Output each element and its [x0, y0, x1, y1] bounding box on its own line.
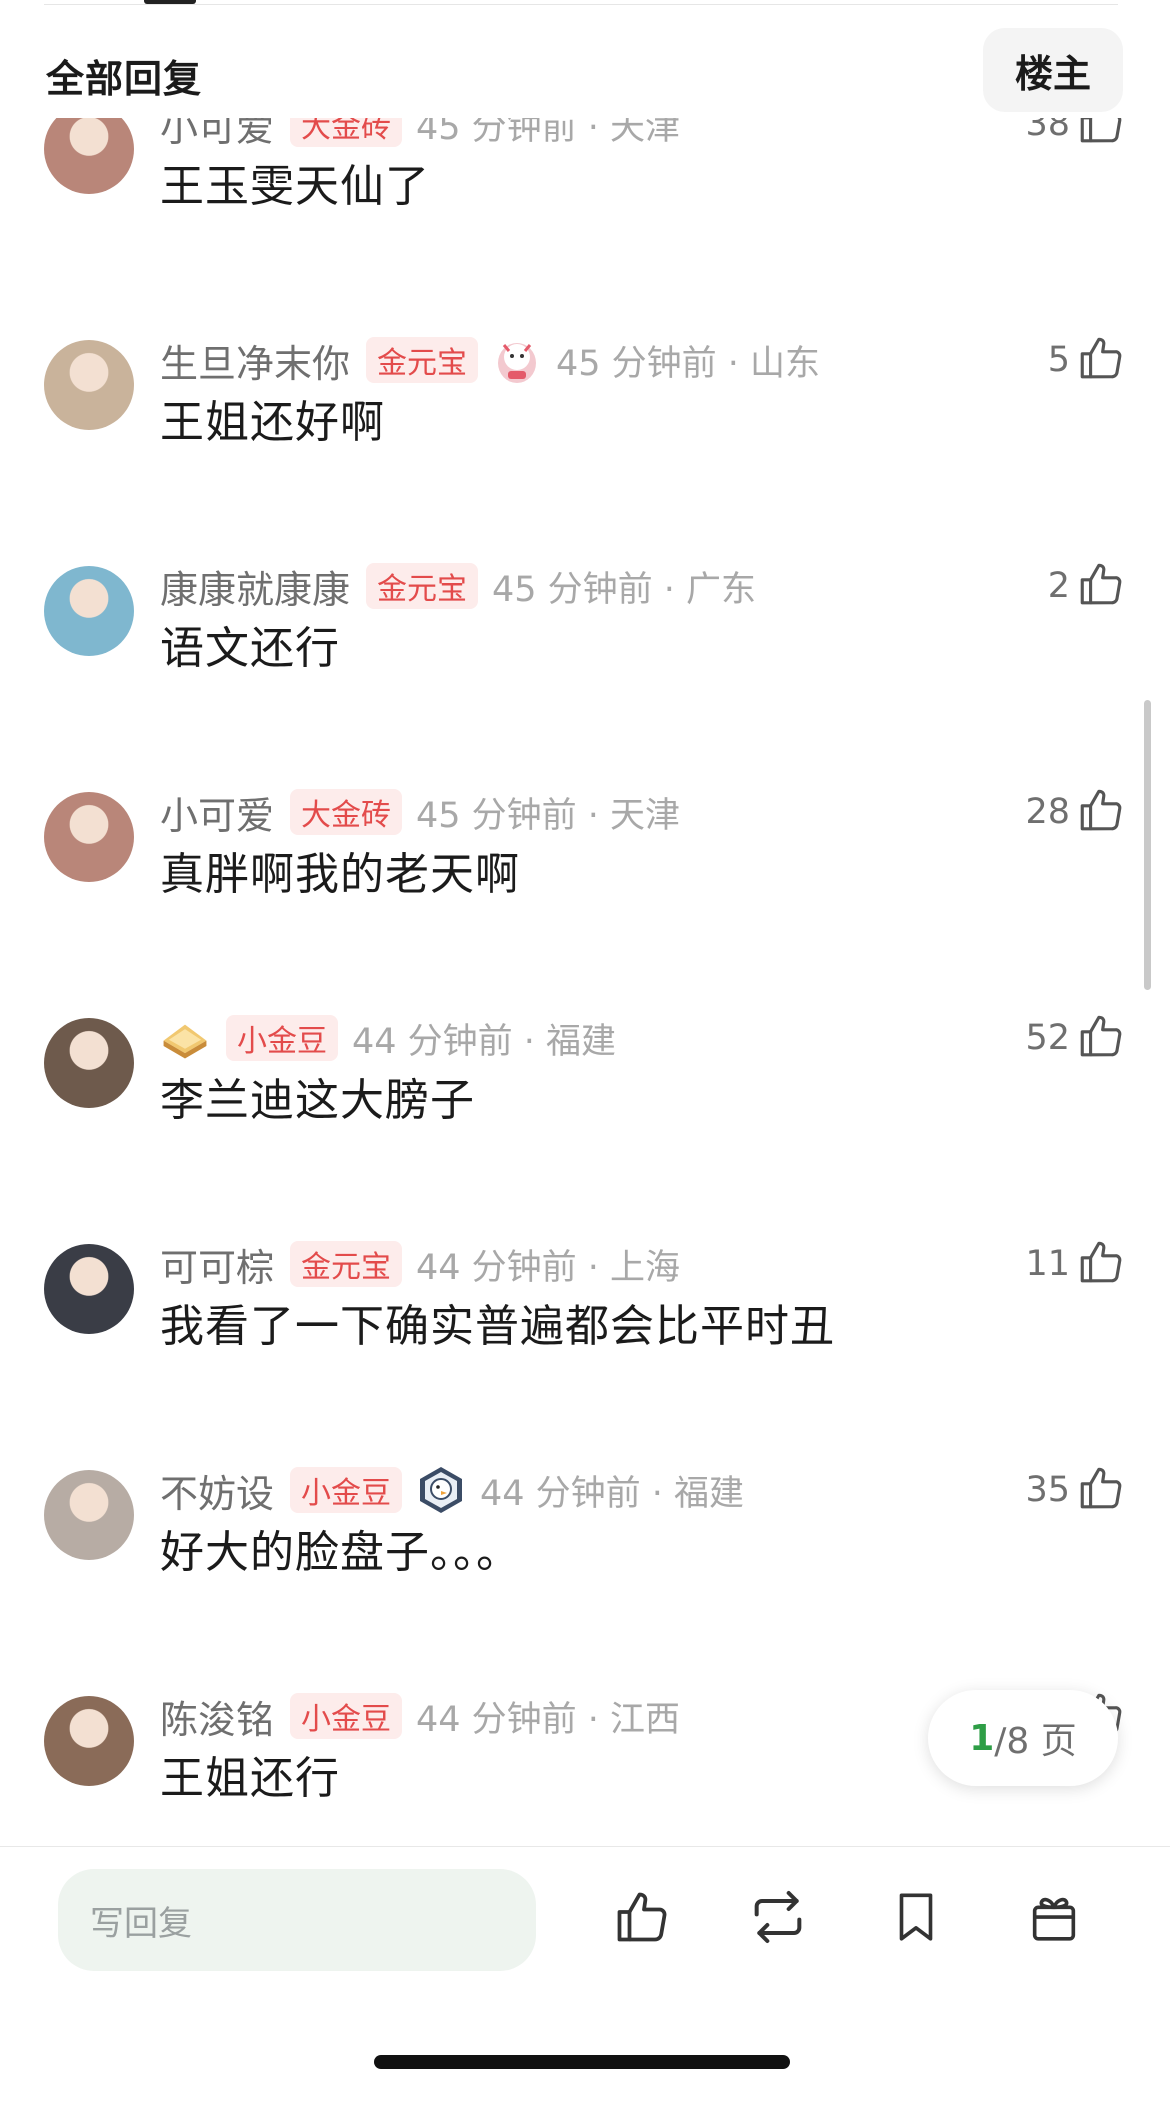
- current-page: 1: [969, 1717, 995, 1759]
- comment-text: 语文还行: [160, 623, 340, 674]
- bookmark-icon: [887, 1888, 945, 1950]
- comment-list[interactable]: 小可爱 大金砖 45 分钟前 · 天津 38 王玉雯天仙了 生旦净末你 金元宝 45 分钟前 …: [0, 118, 1170, 1858]
- user-level-badge: 大金砖: [290, 118, 403, 147]
- avatar[interactable]: [44, 792, 134, 882]
- like-count: 35: [1025, 1470, 1070, 1510]
- avatar[interactable]: [44, 1244, 134, 1334]
- comment-meta: 可可棕 金元宝 44 分钟前 · 上海: [160, 1238, 680, 1290]
- top-divider: [44, 0, 1118, 5]
- like-count: 28: [1025, 792, 1070, 832]
- user-level-badge: 大金砖: [290, 789, 403, 835]
- user-level-badge: 小金豆: [290, 1467, 403, 1513]
- thumbs-up-icon: [1076, 1463, 1126, 1517]
- like-count: 2: [1047, 566, 1070, 606]
- comment-item[interactable]: 生旦净末你 金元宝 45 分钟前 · 山东 5 王姐还好啊: [0, 334, 1170, 554]
- tab-indicator: [144, 0, 196, 4]
- bookmark-button[interactable]: [884, 1887, 948, 1951]
- comment-meta: 小金豆 44 分钟前 · 福建: [160, 1012, 616, 1064]
- like-count: 52: [1025, 1018, 1070, 1058]
- like-count: 38: [1025, 118, 1070, 144]
- comment-text: 好大的脸盘子。。。: [160, 1527, 521, 1578]
- user-level-badge: 小金豆: [290, 1693, 403, 1739]
- thumbs-up-icon: [1076, 1237, 1126, 1291]
- scrollbar[interactable]: [1144, 700, 1151, 990]
- like-count: 11: [1025, 1244, 1070, 1284]
- time-location: 44 分钟前 · 福建: [352, 1021, 617, 1062]
- thumbs-up-icon: [1076, 1011, 1126, 1065]
- comment-item[interactable]: 小可爱 大金砖 45 分钟前 · 天津 28 真胖啊我的老天啊: [0, 786, 1170, 1006]
- sandwich-icon: [160, 1013, 210, 1063]
- avatar[interactable]: [44, 1018, 134, 1108]
- comment-item[interactable]: 康康就康康 金元宝 45 分钟前 · 广东 2 语文还行: [0, 560, 1170, 780]
- time-location: 45 分钟前 · 山东: [556, 343, 821, 384]
- time-location: 45 分钟前 · 天津: [416, 118, 681, 148]
- username[interactable]: 不妨设: [160, 1463, 274, 1518]
- comment-like-button[interactable]: 11: [1025, 1236, 1126, 1292]
- username[interactable]: 可可棕: [160, 1237, 274, 1292]
- total-pages: /8 页: [994, 1721, 1077, 1762]
- page-title: 全部回复: [46, 57, 203, 101]
- repost-icon: [746, 1885, 810, 1953]
- avatar[interactable]: [44, 340, 134, 430]
- comment-meta: 小可爱 大金砖 45 分钟前 · 天津: [160, 118, 680, 150]
- comment-meta: 生旦净末你 金元宝 45 分钟前 · 山东: [160, 334, 820, 386]
- page-indicator[interactable]: 1/8 页: [928, 1690, 1118, 1786]
- gift-button[interactable]: [1022, 1887, 1086, 1951]
- comment-item[interactable]: 小金豆 44 分钟前 · 福建 52 李兰迪这大膀子: [0, 1012, 1170, 1232]
- comment-text: 王姐还好啊: [160, 397, 385, 448]
- comment-item[interactable]: 小可爱 大金砖 45 分钟前 · 天津 38 王玉雯天仙了: [0, 118, 1170, 318]
- reply-input[interactable]: 写回复: [58, 1869, 536, 1971]
- thumbs-up-icon: [1076, 559, 1126, 613]
- time-location: 45 分钟前 · 广东: [492, 569, 757, 610]
- comment-meta: 小可爱 大金砖 45 分钟前 · 天津: [160, 786, 680, 838]
- avatar[interactable]: [44, 1470, 134, 1560]
- thumbs-up-icon: [1076, 333, 1126, 387]
- gift-icon: [1025, 1888, 1083, 1950]
- replies-header: 全部回复 楼主: [0, 22, 1170, 118]
- username[interactable]: 小可爱: [160, 118, 274, 152]
- home-indicator: [374, 2055, 790, 2069]
- user-level-badge: 金元宝: [366, 563, 479, 609]
- bottom-action-bar: 写回复: [0, 1846, 1170, 2113]
- comment-like-button[interactable]: 28: [1025, 784, 1126, 840]
- username[interactable]: 小可爱: [160, 785, 274, 840]
- owner-only-button[interactable]: 楼主: [983, 28, 1123, 112]
- comment-text: 王玉雯天仙了: [160, 161, 430, 212]
- repost-button[interactable]: [746, 1887, 810, 1951]
- comment-meta: 陈浚铭 小金豆 44 分钟前 · 江西: [160, 1690, 680, 1742]
- user-level-badge: 金元宝: [290, 1241, 403, 1287]
- comment-like-button[interactable]: 2: [1048, 558, 1126, 614]
- username[interactable]: 陈浚铭: [160, 1689, 274, 1744]
- time-location: 44 分钟前 · 江西: [416, 1699, 681, 1740]
- duck-medal-icon: [416, 1465, 466, 1515]
- comment-text: 王姐还行: [160, 1753, 340, 1804]
- comment-meta: 不妨设 小金豆 44 分钟前 · 福建: [160, 1464, 744, 1516]
- time-location: 45 分钟前 · 天津: [416, 795, 681, 836]
- like-button[interactable]: [610, 1887, 674, 1951]
- time-location: 44 分钟前 · 福建: [480, 1473, 745, 1514]
- comment-like-button[interactable]: 35: [1025, 1462, 1126, 1518]
- avatar[interactable]: [44, 1696, 134, 1786]
- comment-text: 我看了一下确实普遍都会比平时丑: [160, 1301, 835, 1352]
- comment-text: 真胖啊我的老天啊: [160, 849, 520, 900]
- comment-item[interactable]: 可可棕 金元宝 44 分钟前 · 上海 11 我看了一下确实普遍都会比平时丑: [0, 1238, 1170, 1458]
- username[interactable]: 康康就康康: [160, 559, 350, 614]
- thumbs-up-icon: [1076, 118, 1126, 151]
- thumbs-up-icon: [1076, 785, 1126, 839]
- thumbs-up-icon: [612, 1887, 672, 1951]
- time-location: 44 分钟前 · 上海: [416, 1247, 681, 1288]
- comment-meta: 康康就康康 金元宝 45 分钟前 · 广东: [160, 560, 756, 612]
- avatar[interactable]: [44, 566, 134, 656]
- comment-item[interactable]: 不妨设 小金豆 44 分钟前 · 福建 35 好大的脸盘子。。。: [0, 1464, 1170, 1684]
- comment-like-button[interactable]: 38: [1025, 118, 1126, 152]
- username[interactable]: 生旦净末你: [160, 333, 350, 388]
- comment-text: 李兰迪这大膀子: [160, 1075, 475, 1126]
- comment-like-button[interactable]: 5: [1048, 332, 1126, 388]
- lucky-cat-icon: [492, 335, 542, 385]
- like-count: 5: [1047, 340, 1070, 380]
- avatar[interactable]: [44, 118, 134, 194]
- user-level-badge: 小金豆: [226, 1015, 338, 1061]
- comment-like-button[interactable]: 52: [1025, 1010, 1126, 1066]
- user-level-badge: 金元宝: [366, 337, 479, 383]
